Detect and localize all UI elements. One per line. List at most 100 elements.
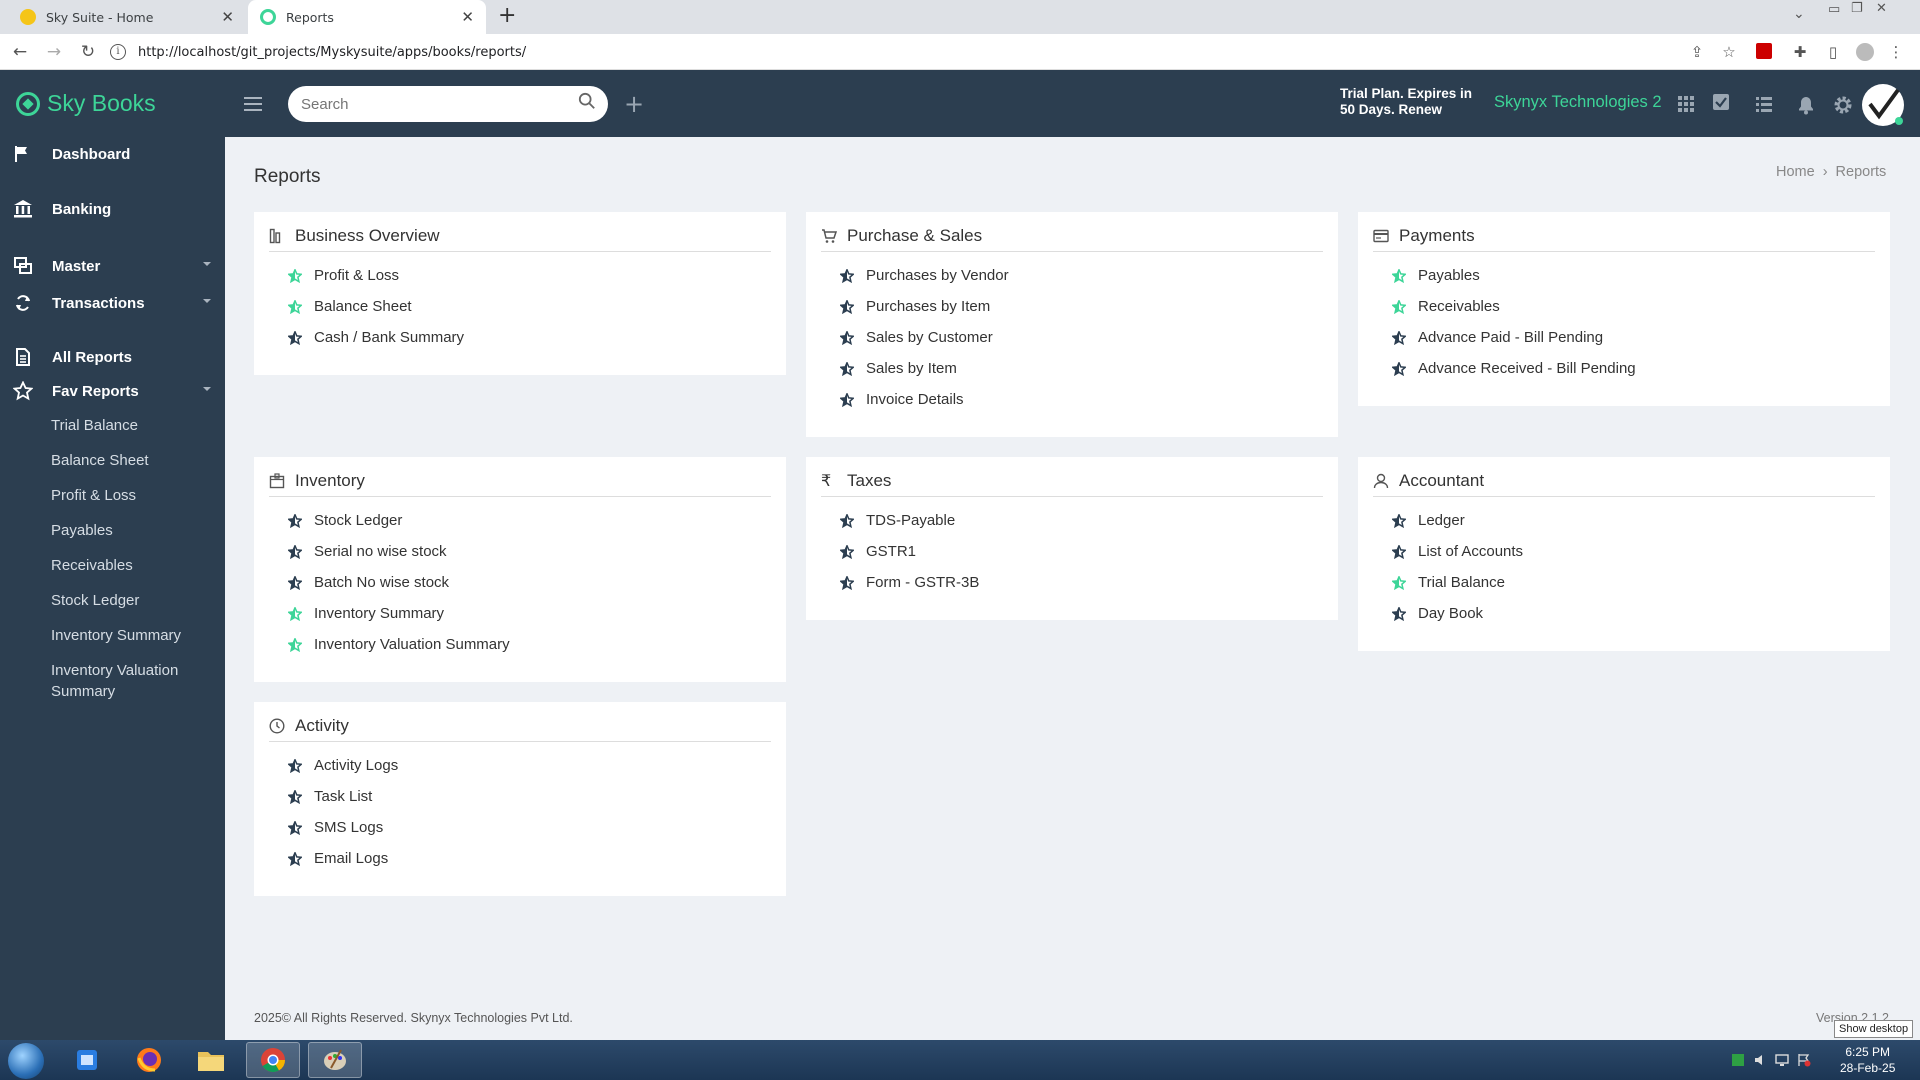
volume-tray-icon[interactable]	[1753, 1053, 1767, 1067]
star-icon[interactable]	[1392, 606, 1406, 621]
favorite-star-icon[interactable]	[288, 637, 302, 652]
star-icon[interactable]	[840, 392, 854, 407]
fav-report-link[interactable]: Inventory Summary	[51, 625, 211, 646]
bookmark-star-icon[interactable]: ☆	[1720, 43, 1738, 61]
restore-icon[interactable]: ❐	[1851, 1, 1863, 16]
taskbar-app-chrome[interactable]	[246, 1042, 300, 1078]
star-icon[interactable]	[840, 361, 854, 376]
report-link[interactable]: Sales by Item	[840, 353, 1009, 384]
fav-report-link[interactable]: Payables	[51, 520, 211, 541]
profile-icon[interactable]	[1856, 43, 1874, 61]
minimize-icon[interactable]: ▭	[1828, 2, 1840, 17]
new-tab-button[interactable]: +	[498, 3, 516, 28]
brand-logo[interactable]: Sky Books	[16, 90, 156, 117]
favorite-star-icon[interactable]	[1392, 575, 1406, 590]
favorite-star-icon[interactable]	[288, 299, 302, 314]
sidebar-item-banking[interactable]: Banking	[0, 195, 225, 223]
search-icon[interactable]	[578, 92, 596, 110]
share-icon[interactable]: ⇪	[1688, 43, 1706, 61]
fav-report-link[interactable]: Receivables	[51, 555, 211, 576]
favorite-star-icon[interactable]	[1392, 268, 1406, 283]
trial-plan-notice[interactable]: Trial Plan. Expires in 50 Days. Renew	[1340, 86, 1472, 118]
report-link[interactable]: Invoice Details	[840, 384, 1009, 415]
site-info-icon[interactable]: i	[110, 44, 126, 60]
bell-icon[interactable]	[1796, 95, 1816, 115]
report-link[interactable]: Balance Sheet	[288, 291, 464, 322]
report-link[interactable]: Payables	[1392, 260, 1636, 291]
sidebar-item-master[interactable]: Master	[0, 252, 225, 280]
report-link[interactable]: Inventory Valuation Summary	[288, 629, 510, 660]
network-tray-icon[interactable]	[1731, 1053, 1745, 1067]
star-icon[interactable]	[288, 575, 302, 590]
close-window-icon[interactable]: ✕	[1876, 1, 1887, 16]
report-link[interactable]: Purchases by Vendor	[840, 260, 1009, 291]
report-link[interactable]: Receivables	[1392, 291, 1636, 322]
star-icon[interactable]	[1392, 513, 1406, 528]
star-icon[interactable]	[288, 820, 302, 835]
star-icon[interactable]	[840, 268, 854, 283]
fav-report-link[interactable]: Stock Ledger	[51, 590, 211, 611]
list-icon[interactable]	[1754, 94, 1774, 114]
forward-icon[interactable]: →	[40, 42, 68, 62]
report-link[interactable]: Sales by Customer	[840, 322, 1009, 353]
report-link[interactable]: Activity Logs	[288, 750, 398, 781]
report-link[interactable]: Advance Received - Bill Pending	[1392, 353, 1636, 384]
star-icon[interactable]	[840, 330, 854, 345]
browser-tab-reports[interactable]: Reports ✕	[248, 0, 486, 34]
fav-report-link[interactable]: Inventory Valuation Summary	[51, 660, 211, 702]
extensions-puzzle-icon[interactable]: ✚	[1791, 43, 1809, 61]
hamburger-menu-icon[interactable]	[244, 97, 262, 115]
favorite-star-icon[interactable]	[1392, 299, 1406, 314]
reload-icon[interactable]: ↻	[74, 42, 102, 62]
report-link[interactable]: Batch No wise stock	[288, 567, 510, 598]
search-input[interactable]	[288, 86, 608, 122]
taskbar-app-explorer[interactable]	[184, 1042, 238, 1078]
action-center-flag-icon[interactable]	[1797, 1053, 1811, 1067]
star-icon[interactable]	[288, 513, 302, 528]
star-icon[interactable]	[288, 544, 302, 559]
report-link[interactable]: Task List	[288, 781, 398, 812]
taskbar-app-firefox[interactable]	[122, 1042, 176, 1078]
star-icon[interactable]	[840, 544, 854, 559]
clock-display[interactable]: 6:25 PM 28-Feb-25	[1840, 1044, 1895, 1076]
tab-close-icon[interactable]: ✕	[461, 8, 474, 26]
report-link[interactable]: Inventory Summary	[288, 598, 510, 629]
report-link[interactable]: TDS-Payable	[840, 505, 979, 536]
browser-tab-home[interactable]: Sky Suite - Home ✕	[8, 0, 246, 34]
pdf-extension-icon[interactable]	[1756, 43, 1772, 59]
report-link[interactable]: Purchases by Item	[840, 291, 1009, 322]
report-link[interactable]: Advance Paid - Bill Pending	[1392, 322, 1636, 353]
star-icon[interactable]	[288, 851, 302, 866]
fav-report-link[interactable]: Trial Balance	[51, 415, 211, 436]
report-link[interactable]: Day Book	[1392, 598, 1523, 629]
task-check-icon[interactable]	[1711, 92, 1731, 112]
sidebar-item-all-reports[interactable]: All Reports	[0, 343, 225, 371]
report-link[interactable]: Trial Balance	[1392, 567, 1523, 598]
gear-icon[interactable]	[1833, 95, 1853, 115]
user-avatar[interactable]	[1862, 84, 1904, 126]
fav-report-link[interactable]: Balance Sheet	[51, 450, 211, 471]
url-field[interactable]: i http://localhost/git_projects/Myskysui…	[110, 39, 1680, 65]
taskbar-app-paint[interactable]	[308, 1042, 362, 1078]
back-icon[interactable]: ←	[6, 42, 34, 62]
star-icon[interactable]	[288, 330, 302, 345]
sidebar-item-dashboard[interactable]: Dashboard	[0, 140, 225, 168]
side-panel-icon[interactable]: ▯	[1824, 43, 1842, 61]
report-link[interactable]: GSTR1	[840, 536, 979, 567]
report-link[interactable]: Form - GSTR-3B	[840, 567, 979, 598]
tab-list-chevron-icon[interactable]: ⌄	[1793, 6, 1805, 22]
report-link[interactable]: Profit & Loss	[288, 260, 464, 291]
report-link[interactable]: SMS Logs	[288, 812, 398, 843]
report-link[interactable]: Ledger	[1392, 505, 1523, 536]
favorite-star-icon[interactable]	[288, 606, 302, 621]
report-link[interactable]: Cash / Bank Summary	[288, 322, 464, 353]
browser-menu-icon[interactable]: ⋮	[1887, 43, 1905, 61]
apps-grid-icon[interactable]	[1676, 94, 1696, 114]
taskbar-app-window[interactable]	[60, 1042, 114, 1078]
report-link[interactable]: Serial no wise stock	[288, 536, 510, 567]
star-icon[interactable]	[288, 758, 302, 773]
star-icon[interactable]	[288, 789, 302, 804]
company-switcher[interactable]: Skynyx Technologies 2	[1494, 93, 1662, 112]
quick-add-button[interactable]: +	[624, 90, 644, 118]
star-icon[interactable]	[1392, 330, 1406, 345]
